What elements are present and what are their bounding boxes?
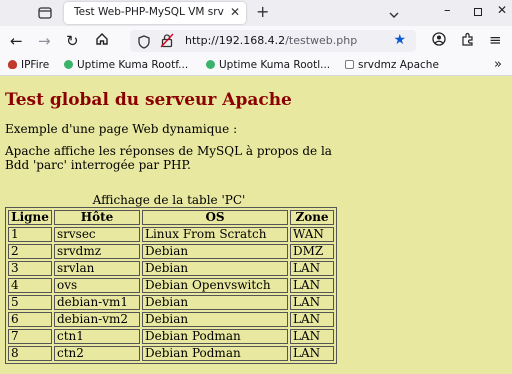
tab-close-icon[interactable]: ✕ xyxy=(230,5,240,19)
more-bookmarks-icon[interactable]: » xyxy=(494,57,502,72)
bookmark-srvdmz-apache[interactable]: srvdmz Apache xyxy=(345,59,439,71)
table-cell: Debian xyxy=(142,312,288,327)
navigation-toolbar: ← → ↻ http://192.168.4.2/testweb.php ★ ≡ xyxy=(0,26,512,56)
url-path: /testweb.php xyxy=(285,34,358,47)
table-cell: srvlan xyxy=(54,261,140,276)
column-header: OS xyxy=(142,210,288,225)
table-cell: DMZ xyxy=(290,244,334,259)
page-icon xyxy=(345,60,354,69)
table-cell: 2 xyxy=(8,244,52,259)
bookmark-ipfire[interactable]: IPFire xyxy=(8,59,49,71)
url-host: http://192.168.4.2 xyxy=(185,34,286,47)
table-row: 4 ovs Debian Openvswitch LAN xyxy=(8,278,334,293)
bookmark-star-icon[interactable]: ★ xyxy=(393,32,406,48)
page-title: Test global du serveur Apache xyxy=(5,90,292,110)
table-cell: Debian Podman xyxy=(142,346,288,361)
tab-title: Test Web-PHP-MySQL VM srv xyxy=(74,6,224,18)
new-tab-button[interactable]: + xyxy=(256,2,269,21)
minimize-button[interactable]: – xyxy=(444,3,451,18)
table-cell: 3 xyxy=(8,261,52,276)
table-cell: LAN xyxy=(290,295,334,310)
table-cell: ctn1 xyxy=(54,329,140,344)
table-cell: 7 xyxy=(8,329,52,344)
forward-button[interactable]: → xyxy=(38,32,51,50)
table-cell: LAN xyxy=(290,329,334,344)
menu-icon[interactable]: ≡ xyxy=(489,31,502,49)
table-row: 5 debian-vm1 Debian LAN xyxy=(8,295,334,310)
url-bar[interactable]: http://192.168.4.2/testweb.php ★ xyxy=(130,30,416,52)
bookmark-label: IPFire xyxy=(21,59,50,71)
ipfire-icon xyxy=(8,60,17,69)
tab-list-icon[interactable] xyxy=(36,4,54,22)
column-header: Hôte xyxy=(54,210,140,225)
shield-icon[interactable] xyxy=(138,34,150,53)
table-cell: 6 xyxy=(8,312,52,327)
tab-active[interactable]: Test Web-PHP-MySQL VM srv ✕ xyxy=(64,2,246,24)
bookmark-label: Uptime Kuma Rootf... xyxy=(77,59,189,71)
table-cell: ovs xyxy=(54,278,140,293)
table-cell: Debian Podman xyxy=(142,329,288,344)
table-caption: Affichage de la table 'PC' xyxy=(92,193,246,207)
table-cell: LAN xyxy=(290,278,334,293)
pc-table: Ligne Hôte OS Zone 1 srvsec Linux From Scr… xyxy=(5,207,337,364)
extensions-icon[interactable] xyxy=(461,32,475,50)
column-header: Zone xyxy=(290,210,334,225)
table-row: 3 srvlan Debian LAN xyxy=(8,261,334,276)
table-row: 8 ctn2 Debian Podman LAN xyxy=(8,346,334,361)
chevron-down-icon[interactable] xyxy=(388,5,400,24)
table-row: 1 srvsec Linux From Scratch WAN xyxy=(8,227,334,242)
table-header-row: Ligne Hôte OS Zone xyxy=(8,210,334,225)
table-row: 6 debian-vm2 Debian LAN xyxy=(8,312,334,327)
table-cell: WAN xyxy=(290,227,334,242)
intro-text: Exemple d'une page Web dynamique : xyxy=(5,122,238,136)
close-window-button[interactable]: ✕ xyxy=(497,3,507,17)
table-cell: Debian xyxy=(142,244,288,259)
table-cell: Debian xyxy=(142,295,288,310)
bookmark-label: srvdmz Apache xyxy=(358,59,439,71)
page-content: Test global du serveur Apache Exemple d'… xyxy=(0,77,512,374)
table-cell: LAN xyxy=(290,312,334,327)
table-cell: debian-vm2 xyxy=(54,312,140,327)
uptime-kuma-icon xyxy=(64,60,73,69)
description-text: Apache affiche les réponses de MySQL à p… xyxy=(5,144,332,172)
maximize-button[interactable] xyxy=(474,8,482,16)
table-cell: Debian Openvswitch xyxy=(142,278,288,293)
bookmark-uptime-kuma-rootl[interactable]: Uptime Kuma Rootl... xyxy=(206,59,330,71)
table-cell: Linux From Scratch xyxy=(142,227,288,242)
table-cell: 8 xyxy=(8,346,52,361)
table-row: 2 srvdmz Debian DMZ xyxy=(8,244,334,259)
table-cell: Debian xyxy=(142,261,288,276)
table-cell: debian-vm1 xyxy=(54,295,140,310)
bookmarks-toolbar: IPFire Uptime Kuma Rootf... Uptime Kuma … xyxy=(0,56,512,76)
reload-button[interactable]: ↻ xyxy=(66,32,79,50)
insecure-lock-icon[interactable] xyxy=(160,33,174,52)
table-cell: 1 xyxy=(8,227,52,242)
bookmark-label: Uptime Kuma Rootl... xyxy=(219,59,331,71)
table-row: 7 ctn1 Debian Podman LAN xyxy=(8,329,334,344)
table-cell: 5 xyxy=(8,295,52,310)
back-button[interactable]: ← xyxy=(10,32,23,50)
table-cell: 4 xyxy=(8,278,52,293)
uptime-kuma-icon xyxy=(206,60,215,69)
url-text: http://192.168.4.2/testweb.php xyxy=(185,34,357,47)
column-header: Ligne xyxy=(8,210,52,225)
account-icon[interactable] xyxy=(432,32,446,50)
home-button[interactable] xyxy=(95,32,109,50)
bookmark-uptime-kuma-rootf[interactable]: Uptime Kuma Rootf... xyxy=(64,59,188,71)
table-cell: srvsec xyxy=(54,227,140,242)
table-cell: ctn2 xyxy=(54,346,140,361)
tab-strip: Test Web-PHP-MySQL VM srv ✕ + – ✕ xyxy=(0,0,512,26)
table-cell: srvdmz xyxy=(54,244,140,259)
table-cell: LAN xyxy=(290,346,334,361)
table-cell: LAN xyxy=(290,261,334,276)
